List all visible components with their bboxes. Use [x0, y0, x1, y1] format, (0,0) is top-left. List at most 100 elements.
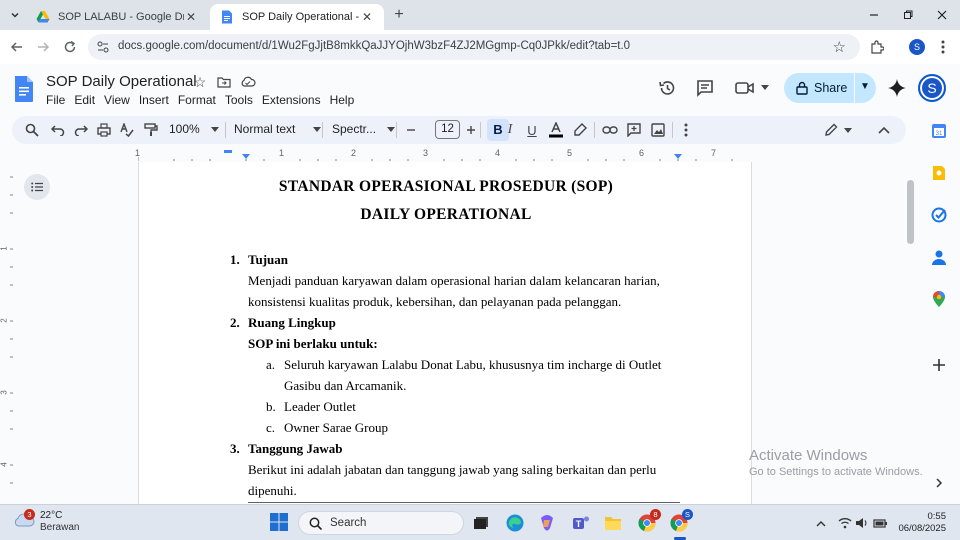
italic-button[interactable]: I: [502, 121, 518, 139]
hide-menus-button[interactable]: [876, 121, 892, 139]
paragraph-style-select[interactable]: Normal text: [234, 122, 321, 136]
editing-mode-select[interactable]: [824, 121, 852, 139]
insert-comment-button[interactable]: [626, 121, 642, 139]
task-view-button[interactable]: [470, 513, 492, 533]
menu-file[interactable]: File: [46, 93, 65, 107]
document-page[interactable]: STANDAR OPERASIONAL PROSEDUR (SOP) DAILY…: [138, 162, 752, 504]
highlight-color-button[interactable]: [572, 121, 588, 139]
get-add-ons-button[interactable]: [930, 356, 948, 374]
more-options-button[interactable]: [680, 121, 692, 139]
file-explorer-app[interactable]: [602, 513, 624, 533]
comments-button[interactable]: [694, 78, 716, 98]
back-button[interactable]: [8, 38, 26, 56]
decrease-font-size-button[interactable]: [404, 121, 418, 139]
address-bar[interactable]: docs.google.com/document/d/1Wu2FgJjtB8mk…: [88, 34, 860, 60]
puzzle-icon: [871, 40, 884, 54]
list-number: 2.: [230, 315, 240, 330]
tab-google-drive[interactable]: SOP LALABU - Google Drive ✕: [26, 4, 208, 30]
vertical-scrollbar[interactable]: [907, 180, 914, 244]
site-settings-icon[interactable]: [96, 40, 110, 54]
search-menus-button[interactable]: [24, 121, 40, 139]
version-history-button[interactable]: [656, 78, 678, 98]
extensions-button[interactable]: [868, 38, 886, 56]
menu-view[interactable]: View: [104, 93, 130, 107]
font-family-select[interactable]: Spectr...: [332, 122, 396, 136]
menu-help[interactable]: Help: [330, 93, 355, 107]
insert-image-button[interactable]: [650, 121, 666, 139]
menu-edit[interactable]: Edit: [74, 93, 95, 107]
temperature: 22°C: [40, 510, 63, 521]
account-avatar[interactable]: S: [918, 74, 946, 102]
volume-status[interactable]: [855, 516, 869, 530]
search-placeholder: Search: [330, 517, 367, 529]
menu-insert[interactable]: Insert: [139, 93, 169, 107]
maps-app-button[interactable]: [930, 290, 948, 308]
document-title[interactable]: SOP Daily Operational: [46, 73, 197, 90]
star-icon[interactable]: ☆: [192, 74, 208, 90]
ruler-number: 3: [423, 148, 429, 158]
underline-button[interactable]: U: [524, 121, 540, 139]
weather-widget[interactable]: 22°C Berawan 3: [12, 509, 79, 534]
start-button[interactable]: [268, 512, 290, 532]
teams-app[interactable]: T: [570, 513, 592, 533]
bookmark-star-icon[interactable]: ☆: [833, 38, 846, 56]
browser-tab-strip: SOP LALABU - Google Drive ✕ SOP Daily Op…: [0, 0, 960, 30]
list-item: Owner Sarae Group: [284, 420, 388, 435]
battery-status[interactable]: [873, 516, 887, 530]
calendar-app-button[interactable]: 31: [930, 122, 948, 140]
tab-search-button[interactable]: [6, 6, 24, 24]
insert-link-button[interactable]: [602, 121, 618, 139]
print-button[interactable]: [96, 121, 112, 139]
gemini-button[interactable]: [886, 78, 908, 98]
caret-down-icon[interactable]: ▼: [860, 81, 870, 92]
zoom-select[interactable]: 100%: [169, 122, 220, 136]
wifi-status[interactable]: [838, 516, 852, 530]
edge-app[interactable]: [504, 513, 526, 533]
google-docs-logo[interactable]: [14, 76, 34, 102]
copilot-app[interactable]: [536, 513, 558, 533]
list-letter: a.: [266, 357, 276, 372]
system-clock[interactable]: 0:55 06/08/2025: [898, 511, 946, 535]
text-color-button[interactable]: [548, 121, 564, 139]
profile-button[interactable]: S: [908, 38, 926, 56]
chrome-app[interactable]: 8: [636, 509, 661, 533]
highlighter-icon: [574, 123, 587, 136]
tab-google-docs[interactable]: SOP Daily Operational - Google Docs ✕: [210, 4, 384, 30]
tasks-app-button[interactable]: [930, 206, 948, 224]
search-icon: [25, 123, 39, 137]
forward-button[interactable]: [34, 38, 52, 56]
keep-app-button[interactable]: [930, 164, 948, 182]
document-outline-button[interactable]: [24, 174, 50, 200]
notification-badge: 3: [24, 509, 35, 520]
undo-button[interactable]: [50, 121, 66, 139]
close-window-button[interactable]: [932, 6, 952, 24]
chrome-profile-app[interactable]: S: [668, 509, 693, 533]
meet-button[interactable]: [732, 78, 772, 98]
side-panel-toggle[interactable]: [930, 474, 948, 492]
minimize-button[interactable]: [864, 6, 884, 24]
show-hidden-icons[interactable]: [814, 516, 828, 530]
taskbar-search[interactable]: Search: [298, 511, 464, 535]
menu-tools[interactable]: Tools: [225, 93, 253, 107]
share-button[interactable]: Share ▼: [784, 73, 876, 103]
reload-button[interactable]: [61, 38, 79, 56]
font-size-input[interactable]: 12: [435, 120, 460, 139]
move-folder-icon[interactable]: [216, 74, 232, 90]
calendar-icon: 31: [932, 124, 946, 138]
close-icon[interactable]: ✕: [360, 10, 374, 24]
close-icon[interactable]: ✕: [184, 10, 198, 24]
paint-format-button[interactable]: [143, 121, 159, 139]
menu-extensions[interactable]: Extensions: [262, 93, 321, 107]
contacts-app-button[interactable]: [930, 248, 948, 266]
new-tab-button[interactable]: +: [390, 6, 408, 24]
notification-badge: 8: [650, 509, 661, 520]
edge-browser-icon: [506, 514, 524, 532]
spellcheck-button[interactable]: [119, 121, 135, 139]
cloud-saved-icon[interactable]: [240, 74, 256, 90]
browser-menu-button[interactable]: [934, 38, 952, 56]
redo-button[interactable]: [73, 121, 89, 139]
formatting-toolbar: 100% Normal text Spectr... 12 B I U: [12, 116, 906, 144]
increase-font-size-button[interactable]: [464, 121, 478, 139]
menu-format[interactable]: Format: [178, 93, 216, 107]
restore-button[interactable]: [898, 6, 918, 24]
